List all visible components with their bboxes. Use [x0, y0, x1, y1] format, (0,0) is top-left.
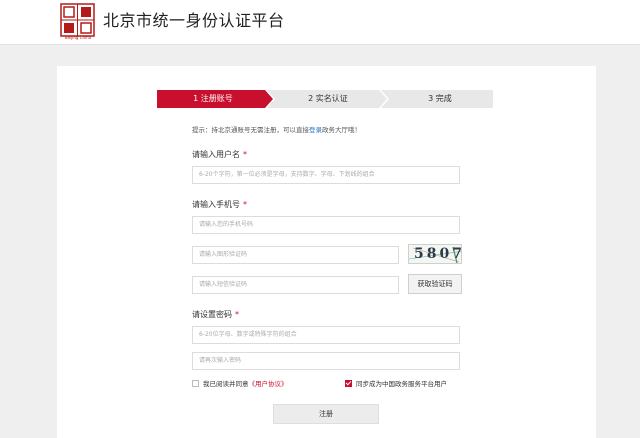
captcha-text: 5807 — [414, 246, 462, 262]
captcha-image[interactable]: 5807 — [408, 244, 462, 264]
user-agreement-checkbox[interactable] — [192, 380, 199, 387]
top-header: Beijing China 北京市统一身份认证平台 — [0, 0, 640, 45]
gov-service-checkbox[interactable] — [345, 380, 352, 387]
logo-caption: Beijing China — [64, 35, 92, 40]
site-title: 北京市统一身份认证平台 — [103, 11, 285, 30]
step-3-label: 3 完成 — [428, 94, 452, 103]
password-label-text: 请设置密码 — [192, 310, 232, 319]
user-agreement-text: 我已阅读并同意 — [203, 380, 249, 388]
username-label: 请输入用户名 * — [192, 149, 247, 160]
user-agreement-link[interactable]: 《用户协议》 — [249, 380, 288, 388]
required-mark: * — [243, 200, 247, 209]
password-label: 请设置密码 * — [192, 309, 239, 320]
step-1-label: 1 注册账号 — [193, 94, 233, 103]
get-sms-code-button[interactable]: 获取验证码 — [408, 274, 462, 294]
sms-code-input[interactable]: 请输入短信验证码 — [192, 276, 399, 294]
phone-label-text: 请输入手机号 — [192, 200, 240, 209]
tip-suffix: 政务大厅哦！ — [322, 126, 361, 134]
confirm-password-input[interactable]: 请再次输入密码 — [192, 352, 460, 370]
register-button[interactable]: 注册 — [273, 404, 379, 424]
login-link[interactable]: 登录 — [309, 126, 322, 134]
username-label-text: 请输入用户名 — [192, 150, 240, 159]
required-mark: * — [243, 150, 247, 159]
step-indicator: 1 注册账号 2 实名认证 3 完成 — [157, 90, 493, 108]
username-input[interactable]: 6-20个字符，第一位必须是字母，支持数字、字母、下划线的组合 — [192, 166, 460, 184]
logo-icon — [60, 3, 95, 37]
login-tip: 提示：持北京通账号无需注册，可以直接登录政务大厅哦！ — [192, 124, 361, 134]
gov-service-text: 同步成为中国政务服务平台用户 — [356, 380, 447, 388]
phone-input[interactable]: 请输入您的手机号码 — [192, 216, 460, 234]
phone-label: 请输入手机号 * — [192, 199, 247, 210]
required-mark: * — [235, 310, 239, 319]
user-agreement-row: 我已阅读并同意《用户协议》 — [192, 378, 288, 388]
gov-service-row: 同步成为中国政务服务平台用户 — [345, 378, 447, 388]
tip-prefix: 提示：持北京通账号无需注册，可以直接 — [192, 126, 309, 134]
step-2-label: 2 实名认证 — [308, 94, 348, 103]
captcha-input[interactable]: 请输入图形验证码 — [192, 246, 399, 264]
password-input[interactable]: 6-20位字母、数字或特殊字符的组合 — [192, 326, 460, 344]
